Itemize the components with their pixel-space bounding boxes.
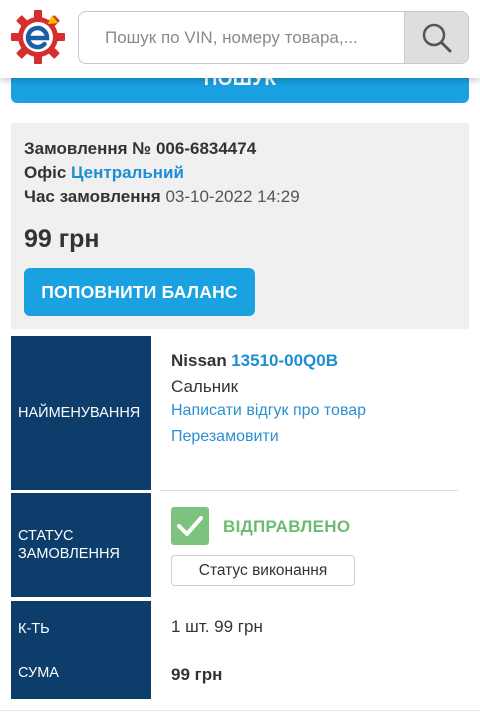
order-number-label: Замовлення № [24, 139, 152, 158]
office-line: Офіс Центральний [24, 163, 184, 183]
sum-value: 99 грн [171, 665, 223, 684]
name-cell: Nissan 13510-00Q0B Сальник Написати відг… [171, 336, 469, 490]
status-check-badge [171, 507, 209, 545]
office-link[interactable]: Центральний [71, 163, 184, 182]
checkmark-icon [177, 516, 203, 536]
qty-sum-cell: 1 шт. 99 грн 99 грн [171, 601, 469, 699]
status-cell: ВІДПРАВЛЕНО Статус виконання [171, 493, 469, 597]
office-label: Офіс [24, 163, 67, 182]
sum-header: СУМА [18, 665, 59, 681]
qty-sum-row: К-ТЬ СУМА 1 шт. 99 грн 99 грн [11, 601, 469, 699]
gear-logo-icon [11, 10, 65, 64]
order-number-value: 006-6834474 [155, 139, 257, 158]
order-time-line: Час замовлення 03-10-2022 14:29 [24, 187, 300, 207]
search-button[interactable] [404, 12, 468, 63]
status-header-line2: ЗАМОВЛЕННЯ [18, 546, 120, 562]
search-box [78, 11, 469, 64]
search-icon [422, 23, 451, 52]
part-title: Nissan 13510-00Q0B [171, 351, 338, 371]
search-input[interactable] [79, 12, 405, 63]
qty-value: 1 шт. 99 грн [171, 617, 263, 636]
logo[interactable] [10, 9, 66, 65]
qty-sum-header: К-ТЬ СУМА [11, 601, 151, 699]
order-time-value: 03-10-2022 14:29 [165, 187, 300, 206]
status-row: СТАТУС ЗАМОВЛЕННЯ ВІДПРАВЛЕНО Статус вик… [11, 493, 469, 597]
reorder-link[interactable]: Перезамовити [171, 428, 279, 446]
status-header-line1: СТАТУС [18, 528, 74, 544]
write-review-link[interactable]: Написати відгук про товар [171, 402, 366, 420]
bottom-divider [0, 710, 480, 711]
row-divider [160, 490, 458, 491]
part-name: Сальник [171, 377, 239, 396]
order-summary-card: Замовлення № 006-6834474 Офіс Центральни… [11, 123, 469, 329]
top-up-balance-button[interactable]: ПОПОВНИТИ БАЛАНС [24, 268, 255, 316]
part-brand: Nissan [171, 351, 227, 370]
order-time-label: Час замовлення [24, 187, 161, 206]
status-header: СТАТУС ЗАМОВЛЕННЯ [11, 493, 151, 597]
execution-status-button[interactable]: Статус виконання [171, 555, 355, 586]
name-header: НАЙМЕНУВАННЯ [11, 336, 151, 490]
header [0, 0, 480, 78]
order-number-line: Замовлення № 006-6834474 [24, 139, 256, 159]
qty-header: К-ТЬ [18, 621, 50, 637]
name-header-label: НАЙМЕНУВАННЯ [18, 405, 141, 421]
part-number-link[interactable]: 13510-00Q0B [231, 351, 338, 370]
status-value: ВІДПРАВЛЕНО [223, 517, 351, 536]
name-row: НАЙМЕНУВАННЯ Nissan 13510-00Q0B Сальник … [11, 336, 469, 490]
order-price: 99 грн [24, 225, 100, 253]
